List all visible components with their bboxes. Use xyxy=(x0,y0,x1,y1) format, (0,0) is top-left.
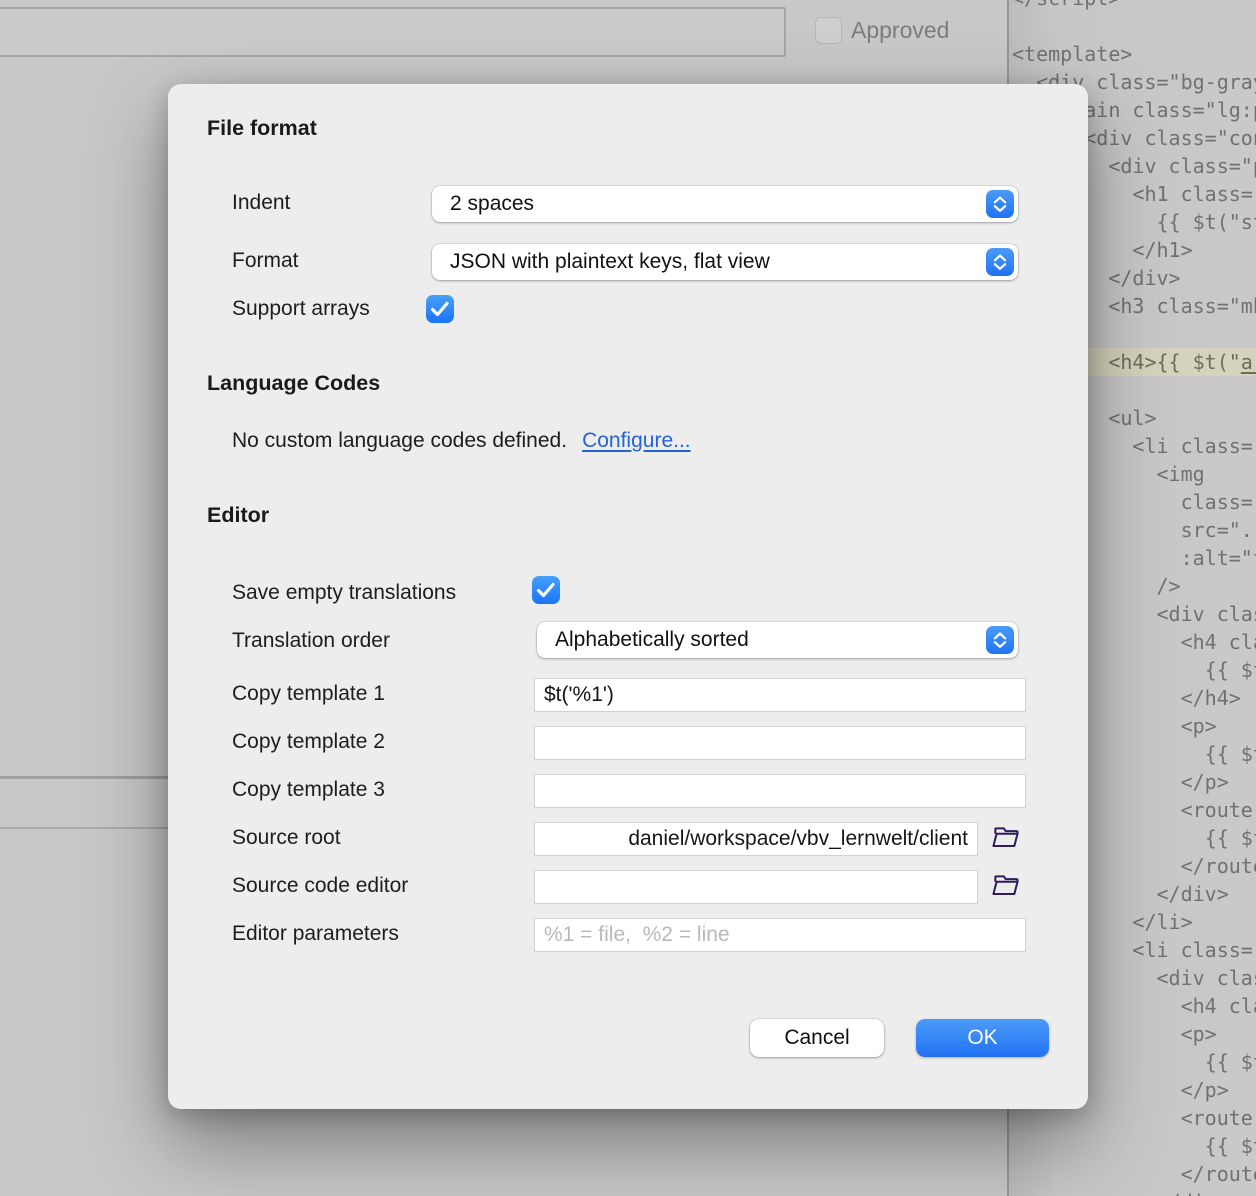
source-code-editor-input[interactable] xyxy=(534,870,978,904)
source-root-value: daniel/workspace/vbv_lernwelt/client xyxy=(628,827,968,851)
source-code-editor-browse-button[interactable] xyxy=(990,871,1022,903)
format-label: Format xyxy=(232,248,299,274)
editor-parameters-input[interactable]: %1 = file, %2 = line xyxy=(534,918,1026,952)
translation-order-label: Translation order xyxy=(232,628,390,654)
editor-heading: Editor xyxy=(207,502,269,528)
file-format-heading: File format xyxy=(207,115,317,141)
approved-label: Approved xyxy=(851,17,949,44)
translation-order-select[interactable]: Alphabetically sorted xyxy=(537,622,1018,658)
language-codes-row: No custom language codes defined. Config… xyxy=(232,428,691,454)
indent-label: Indent xyxy=(232,190,290,216)
code-line xyxy=(1009,12,1256,40)
source-root-label: Source root xyxy=(232,825,341,851)
format-select[interactable]: JSON with plaintext keys, flat view xyxy=(432,244,1018,280)
save-empty-translations-checkbox[interactable] xyxy=(532,576,560,604)
copy-template-1-input[interactable]: $t('%1') xyxy=(534,678,1026,712)
editor-parameters-placeholder: %1 = file, %2 = line xyxy=(544,923,730,947)
folder-icon xyxy=(990,871,1022,901)
editor-parameters-label: Editor parameters xyxy=(232,921,399,947)
save-empty-translations-label: Save empty translations xyxy=(232,580,456,606)
copy-template-3-input[interactable] xyxy=(534,774,1026,808)
copy-template-2-label: Copy template 2 xyxy=(232,729,385,755)
format-select-value: JSON with plaintext keys, flat view xyxy=(450,250,770,274)
folder-icon xyxy=(990,823,1022,853)
checkmark-icon xyxy=(532,576,560,604)
chevron-up-down-icon xyxy=(986,190,1014,218)
checkmark-icon xyxy=(426,295,454,323)
code-line: {{ $t xyxy=(1009,1132,1256,1160)
indent-select[interactable]: 2 spaces xyxy=(432,186,1018,222)
copy-template-2-input[interactable] xyxy=(534,726,1026,760)
copy-template-3-label: Copy template 3 xyxy=(232,777,385,803)
cancel-button[interactable]: Cancel xyxy=(750,1019,884,1057)
chevron-up-down-icon xyxy=(986,626,1014,654)
approved-checkbox[interactable] xyxy=(815,17,842,44)
code-line: <template> xyxy=(1009,40,1256,68)
language-codes-heading: Language Codes xyxy=(207,370,380,396)
ok-button[interactable]: OK xyxy=(916,1019,1049,1057)
copy-template-1-label: Copy template 1 xyxy=(232,681,385,707)
source-root-browse-button[interactable] xyxy=(990,823,1022,855)
translation-order-select-value: Alphabetically sorted xyxy=(555,628,749,652)
chevron-up-down-icon xyxy=(986,248,1014,276)
configure-link[interactable]: Configure... xyxy=(582,429,691,453)
approved-checkbox-row: Approved xyxy=(815,17,949,44)
source-root-input[interactable]: daniel/workspace/vbv_lernwelt/client xyxy=(534,822,978,856)
source-code-editor-label: Source code editor xyxy=(232,873,408,899)
language-codes-status: No custom language codes defined. xyxy=(232,428,567,454)
support-arrays-label: Support arrays xyxy=(232,296,370,322)
translation-text-area[interactable] xyxy=(0,7,786,57)
support-arrays-checkbox[interactable] xyxy=(426,295,454,323)
copy-template-1-value: $t('%1') xyxy=(544,683,614,707)
settings-dialog: File format Indent 2 spaces Format JSON … xyxy=(168,84,1088,1109)
indent-select-value: 2 spaces xyxy=(450,192,534,216)
code-line: </div xyxy=(1009,1188,1256,1196)
code-line: </script> xyxy=(1009,0,1256,12)
code-line: </route xyxy=(1009,1160,1256,1188)
